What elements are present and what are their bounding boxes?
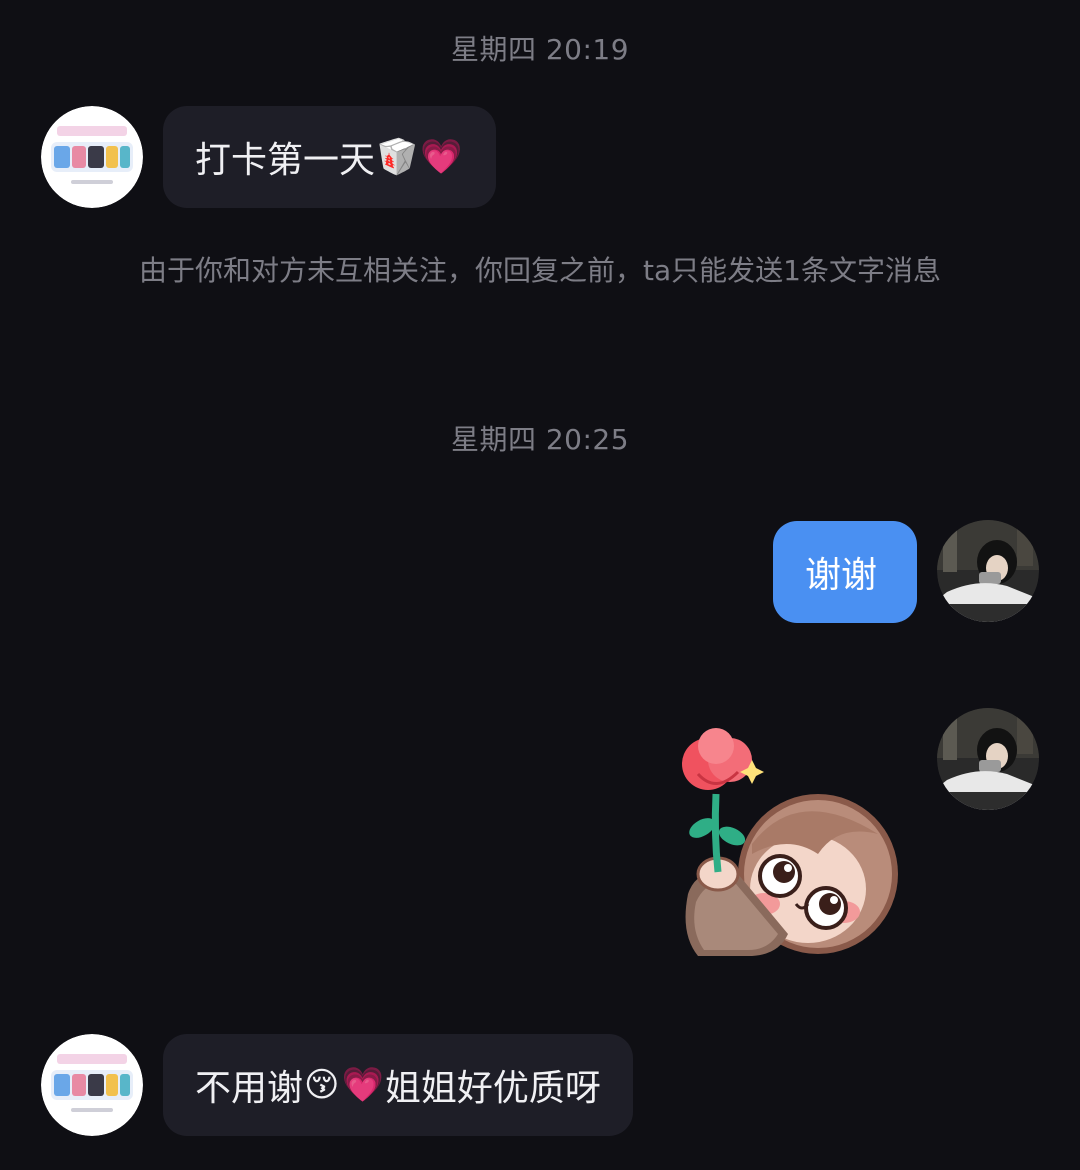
message-bubble-incoming[interactable]: 打卡第一天 🥡 💗 (163, 106, 496, 208)
other-user-avatar[interactable] (41, 106, 143, 208)
takeout-box-emoji-icon: 🥡 (376, 137, 419, 177)
my-avatar[interactable] (937, 520, 1039, 622)
timestamp: 星期四 20:19 (450, 33, 630, 66)
other-user-avatar[interactable] (41, 1034, 143, 1136)
my-avatar[interactable] (937, 708, 1039, 810)
collage-avatar-icon (41, 1034, 143, 1136)
timestamp: 星期四 20:25 (450, 423, 630, 456)
pink-heart-emoji-icon: 💗 (420, 137, 463, 177)
pink-heart-emoji-icon: 💗 (341, 1065, 384, 1105)
photo-avatar-icon (937, 520, 1039, 622)
message-bubble-outgoing[interactable]: 谢谢 (773, 521, 917, 623)
message-text: 不用谢 (195, 1068, 304, 1109)
message-text: 谢谢 (805, 555, 878, 596)
system-notice: 由于你和对方未互相关注，你回复之前，ta只能发送1条文字消息 (139, 254, 941, 287)
girl-holding-rose-sticker[interactable] (668, 724, 908, 960)
message-bubble-incoming[interactable]: 不用谢 😚 💗 姐姐好优质呀 (163, 1034, 633, 1136)
message-text: 打卡第一天 (195, 140, 376, 181)
photo-avatar-icon (937, 708, 1039, 810)
collage-avatar-icon (41, 106, 143, 208)
kissing-face-emoji-icon: 😚 (304, 1065, 340, 1105)
message-text: 姐姐好优质呀 (384, 1068, 601, 1109)
